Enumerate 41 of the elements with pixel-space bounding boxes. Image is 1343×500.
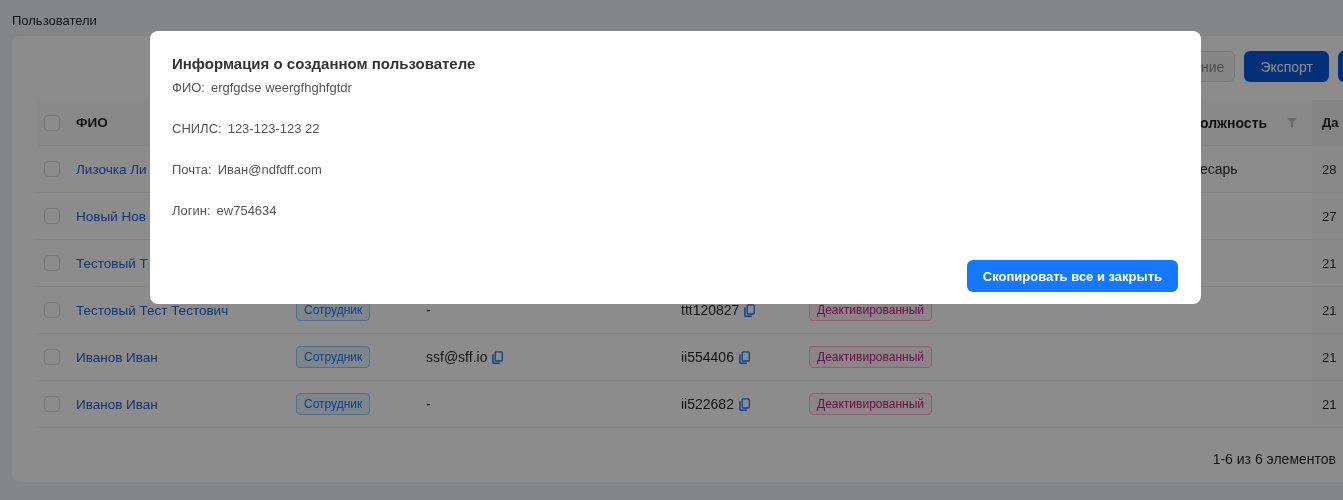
login-text: ii522682 [681, 396, 734, 412]
table-cell: 21 [1322, 349, 1337, 365]
column-header: Да [1322, 115, 1339, 130]
user-name-link[interactable]: Иванов Иван [76, 396, 158, 412]
user-name-link[interactable]: Лизочка Ли [76, 161, 147, 177]
copy-icon[interactable] [744, 303, 756, 317]
status-tag: Деактивированный [809, 393, 932, 415]
table-cell: 28 [1322, 161, 1337, 177]
field-label: Логин: [172, 203, 211, 218]
primary-button[interactable]: Экспорт [1244, 51, 1329, 82]
page-title: Пользователи [12, 13, 97, 28]
modal-title: Информация о созданном пользователе [172, 55, 476, 72]
user-name-link[interactable]: Иванов Иван [76, 349, 158, 365]
table-cell: 27 [1322, 208, 1337, 224]
role-tag: Сотрудник [296, 346, 371, 368]
field-label: ФИО: [172, 80, 205, 95]
email-text: ssf@sff.io [426, 349, 488, 365]
field-label: Почта: [172, 162, 212, 177]
table-cell: 21 [1322, 302, 1337, 318]
email-text: - [426, 302, 431, 318]
table-cell: 21 [1322, 396, 1337, 412]
field-value: ergfgdse weergfhghfgtdr [210, 80, 352, 95]
table-cell: есарь [1200, 161, 1238, 177]
pagination-summary: 1-6 из 6 элементов [1212, 451, 1336, 467]
field-value: 123-123-123 22 [227, 121, 320, 136]
field-label: СНИЛС: [172, 121, 222, 136]
user-name-link[interactable]: Тестовый Тест Тестович [76, 302, 229, 318]
user-name-link[interactable]: Тестовый Т [76, 255, 148, 271]
field-value: ew754634 [216, 203, 277, 218]
table-cell: 21 [1322, 255, 1337, 271]
field-value: Иван@ndfdff.com [217, 162, 322, 177]
copy-and-close-button[interactable]: Скопировать все и закрыть [966, 260, 1178, 292]
filter-icon[interactable] [1287, 117, 1297, 128]
role-tag: Сотрудник [296, 393, 371, 415]
login-text: ttt120827 [681, 302, 740, 318]
column-header: ФИО [76, 115, 108, 130]
column-header: олжность [1200, 114, 1268, 131]
user-name-link[interactable]: Новый Нов [76, 208, 146, 224]
login-text: ii554406 [681, 349, 734, 365]
email-text: - [426, 396, 431, 412]
status-tag: Деактивированный [809, 346, 932, 368]
